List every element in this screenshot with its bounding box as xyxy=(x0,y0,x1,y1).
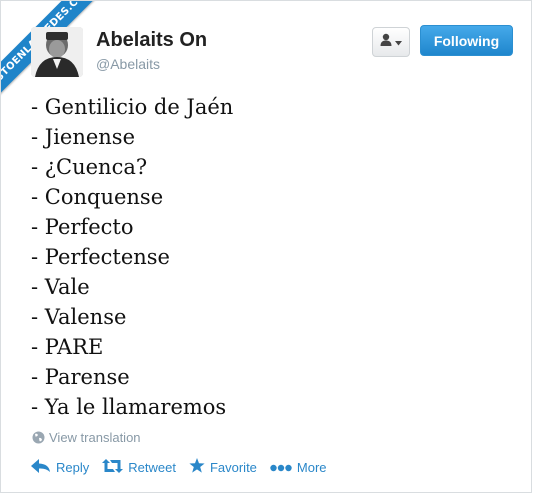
favorite-button[interactable]: Favorite xyxy=(189,458,257,476)
more-label: More xyxy=(296,459,327,475)
tweet-line: - ¿Cuenca? xyxy=(31,155,148,179)
tweet-actions: Reply Retweet Favorite More xyxy=(31,458,340,476)
retweet-label: Retweet xyxy=(128,459,176,475)
retweet-button[interactable]: Retweet xyxy=(102,458,176,476)
profile-name[interactable]: Abelaits On xyxy=(96,29,207,52)
view-translation-label: View translation xyxy=(49,430,141,445)
tweet-line: - Perfecto xyxy=(31,215,134,239)
tweet-text: - Gentilicio de Jaén - Jienense - ¿Cuenc… xyxy=(31,92,233,422)
star-icon xyxy=(189,458,210,476)
reply-label: Reply xyxy=(56,459,90,475)
user-dropdown-button[interactable] xyxy=(372,27,410,57)
user-icon xyxy=(380,33,392,51)
tweet-line: - Parense xyxy=(31,365,130,389)
favorite-label: Favorite xyxy=(209,459,257,475)
view-translation-link[interactable]: View translation xyxy=(32,430,141,445)
retweet-icon xyxy=(102,458,128,476)
tweet-line: - Conquense xyxy=(31,185,164,209)
chevron-down-icon xyxy=(395,33,402,51)
tweet-line: - Vale xyxy=(31,275,90,299)
avatar[interactable] xyxy=(31,27,83,77)
tweet-card: VISTOENLASREDES.COM Abelaits On @Abelait… xyxy=(0,0,532,493)
reply-button[interactable]: Reply xyxy=(31,458,90,476)
reply-icon xyxy=(31,458,56,476)
tweet-line: - Ya le llamaremos xyxy=(31,395,227,419)
more-button[interactable]: More xyxy=(270,460,327,475)
following-button[interactable]: Following xyxy=(420,25,513,56)
tweet-line: - Gentilicio de Jaén xyxy=(31,95,234,119)
tweet-line: - PARE xyxy=(31,335,104,359)
tweet-line: - Valense xyxy=(31,305,127,329)
tweet-line: - Jienense xyxy=(31,125,136,149)
profile-handle[interactable]: @Abelaits xyxy=(96,56,160,72)
tweet-line: - Perfectense xyxy=(31,245,170,269)
more-dots-icon xyxy=(270,460,297,475)
globe-icon xyxy=(32,431,45,444)
